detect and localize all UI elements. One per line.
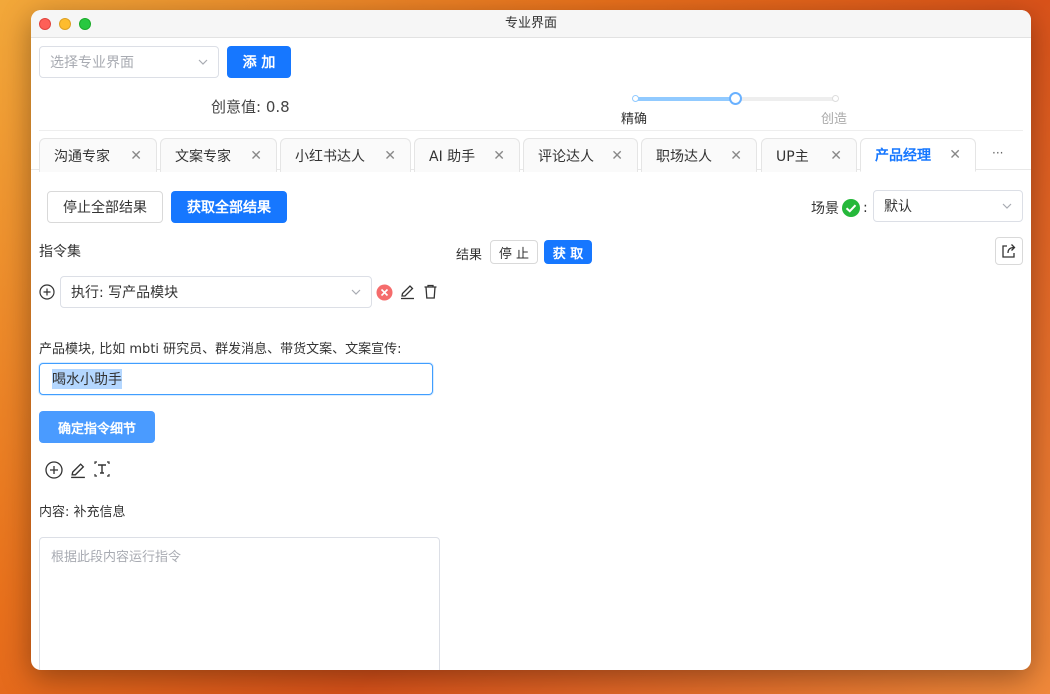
tab-6[interactable]: UP主 ✕: [761, 138, 857, 172]
window-title: 专业界面: [504, 16, 557, 31]
tab-1[interactable]: 文案专家 ✕: [160, 138, 277, 172]
add-circle-icon[interactable]: [45, 461, 63, 479]
instructions-title: 指令集: [39, 244, 81, 260]
tab-label: 文案专家: [175, 148, 231, 165]
instruction-select[interactable]: 执行: 写产品模块: [60, 276, 372, 308]
close-icon[interactable]: ✕: [730, 148, 742, 164]
add-button[interactable]: 添 加: [227, 46, 291, 78]
app-window: 专业界面 选择专业界面 添 加 创意值: 0.8 精确 创造 沟通专家 ✕ 文案专…: [31, 10, 1031, 670]
close-icon[interactable]: ✕: [130, 148, 142, 164]
edit-icon[interactable]: [69, 461, 87, 479]
edit-icon[interactable]: [399, 283, 416, 300]
result-get-button[interactable]: 获 取: [544, 240, 592, 264]
close-icon[interactable]: ✕: [384, 148, 396, 164]
tab-3[interactable]: AI 助手 ✕: [414, 138, 520, 172]
tab-2[interactable]: 小红书达人 ✕: [280, 138, 411, 172]
chevron-down-icon: [198, 59, 208, 65]
tab-label: UP主: [776, 148, 809, 165]
instruction-select-value: 执行: 写产品模块: [71, 285, 179, 301]
tab-label: 评论达人: [538, 148, 594, 165]
profession-select[interactable]: 选择专业界面: [39, 46, 219, 78]
content-label: 内容: 补充信息: [39, 505, 126, 520]
profession-select-placeholder: 选择专业界面: [50, 55, 134, 71]
window-controls: [39, 18, 91, 30]
tab-label: AI 助手: [429, 148, 476, 165]
close-icon[interactable]: ✕: [949, 147, 961, 163]
scene-select[interactable]: 默认: [873, 190, 1023, 222]
tab-5[interactable]: 职场达人 ✕: [641, 138, 757, 172]
zoom-window-button[interactable]: [79, 18, 91, 30]
chevron-down-icon: [351, 289, 361, 295]
scene-select-value: 默认: [884, 199, 912, 215]
delete-icon[interactable]: [422, 283, 439, 300]
check-circle-icon: [842, 199, 860, 217]
result-stop-button[interactable]: 停 止: [490, 240, 538, 264]
product-module-input[interactable]: 喝水小助手: [39, 363, 433, 395]
text-format-icon[interactable]: [93, 460, 111, 478]
slider-mark-end: [832, 95, 839, 102]
tab-bar: 沟通专家 ✕ 文案专家 ✕ 小红书达人 ✕ AI 助手 ✕ 评论达人 ✕ 职场达人 ✕ UP…: [31, 130, 1031, 172]
scene-label: 场景: [811, 201, 839, 217]
content-textarea[interactable]: 根据此段内容运行指令: [39, 537, 440, 670]
chevron-down-icon: [1002, 203, 1012, 209]
scene-colon: :: [863, 200, 868, 216]
close-icon[interactable]: ✕: [611, 148, 623, 164]
tab-label: 沟通专家: [54, 148, 110, 165]
get-all-button[interactable]: 获取全部结果: [171, 191, 287, 223]
creativity-slider[interactable]: [632, 92, 839, 105]
tab-label: 职场达人: [656, 148, 712, 165]
slider-left-label: 精确: [621, 112, 648, 127]
tab-4[interactable]: 评论达人 ✕: [523, 138, 638, 172]
tabs-more-button[interactable]: ···: [992, 146, 1003, 160]
slider-fill: [635, 97, 735, 101]
close-window-button[interactable]: [39, 18, 51, 30]
close-icon[interactable]: ✕: [830, 148, 842, 164]
result-label: 结果: [456, 248, 483, 263]
confirm-instruction-button[interactable]: 确定指令细节: [39, 411, 155, 443]
slider-handle[interactable]: [729, 92, 742, 105]
scene-label-group: 场景 :: [811, 198, 868, 218]
close-icon[interactable]: ✕: [493, 148, 505, 164]
field-label: 产品模块, 比如 mbti 研究员、群发消息、带货文案、文案宣传:: [39, 342, 402, 357]
close-icon[interactable]: ✕: [250, 148, 262, 164]
slider-right-label: 创造: [821, 112, 848, 127]
tab-0[interactable]: 沟通专家 ✕: [39, 138, 157, 172]
minimize-window-button[interactable]: [59, 18, 71, 30]
content-placeholder: 根据此段内容运行指令: [51, 550, 182, 565]
share-button[interactable]: [995, 237, 1023, 265]
stop-all-button[interactable]: 停止全部结果: [47, 191, 163, 223]
tab-label: 产品经理: [875, 148, 931, 164]
tab-7[interactable]: 产品经理 ✕: [860, 138, 976, 172]
slider-mark-start: [632, 95, 639, 102]
add-circle-icon[interactable]: [39, 284, 55, 300]
product-module-value: 喝水小助手: [52, 369, 122, 389]
title-bar: 专业界面: [31, 10, 1031, 38]
creativity-value: 创意值: 0.8: [211, 98, 290, 116]
tab-label: 小红书达人: [295, 148, 365, 165]
clear-icon[interactable]: [376, 284, 393, 301]
share-icon: [1002, 244, 1016, 258]
